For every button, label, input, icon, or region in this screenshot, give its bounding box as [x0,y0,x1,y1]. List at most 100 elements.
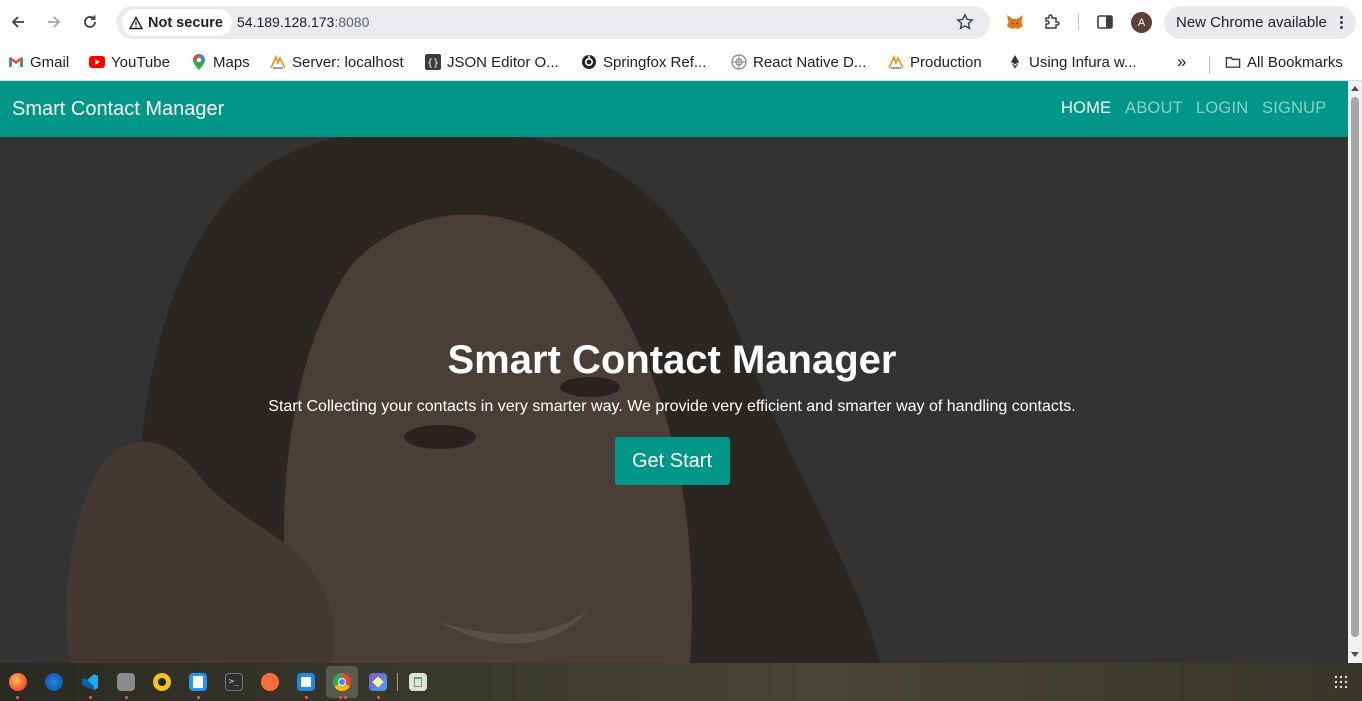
update-label: New Chrome available [1176,14,1327,31]
bookmark-label: Gmail [30,53,70,71]
reload-button[interactable] [79,11,101,33]
svg-text:{}: {} [427,58,439,69]
security-indicator[interactable]: Not secure [122,9,232,36]
ethereum-icon [1007,54,1023,70]
folder-icon [1225,54,1241,70]
url-host: 54.189.128.173 [237,14,335,30]
notes-icon[interactable] [297,673,315,691]
running-indicator [89,696,92,699]
bookmarks-divider [1209,56,1210,74]
all-bookmarks-button[interactable]: All Bookmarks [1225,52,1343,72]
bookmarks-bar: Gmail YouTube Maps Server: localhost {} … [0,44,1362,81]
bookmark-label: Production [910,53,982,71]
profile-avatar[interactable]: A [1131,12,1152,33]
kebab-menu-icon [1340,15,1344,31]
springfox-icon [581,54,597,70]
phpmyadmin-icon [888,54,904,70]
security-label: Not secure [148,14,223,31]
running-indicator [377,696,380,699]
app-grid-icon[interactable] [1332,673,1350,691]
running-indicator [125,696,128,699]
running-indicator [344,696,347,699]
forward-button[interactable] [43,11,65,33]
os-taskbar: >_ [0,663,1362,701]
firefox-icon[interactable] [9,673,27,691]
nav-login[interactable]: LOGIN [1196,99,1248,118]
rhythmbox-icon[interactable] [153,673,171,691]
json-icon: {} [425,54,441,70]
nav-home[interactable]: HOME [1061,99,1111,118]
warning-icon [129,15,143,29]
bookmark-label: React Native D... [753,53,867,71]
arrow-right-icon [48,16,61,28]
trash-icon[interactable] [409,673,427,691]
thunderbird-icon[interactable] [45,673,63,691]
maps-icon [191,54,207,70]
bookmark-label: Maps [213,53,250,71]
fox-icon [1007,15,1023,29]
taskbar-divider [397,673,398,691]
url-port: :8080 [334,14,370,30]
bookmark-json-editor[interactable]: {} JSON Editor O... [425,52,559,72]
back-button[interactable] [7,11,29,33]
hero-content: Smart Contact Manager Start Collecting y… [0,333,1344,485]
bookmark-label: JSON Editor O... [447,53,559,71]
url-text[interactable]: 54.189.128.173:8080 [237,14,369,30]
hero-title: Smart Contact Manager [447,338,897,382]
web-page: Smart Contact Manager HOME ABOUT LOGIN S… [0,81,1348,663]
bookmark-server-localhost[interactable]: Server: localhost [270,52,404,72]
reload-icon [84,15,96,28]
bookmark-react-native[interactable]: React Native D... [731,52,866,72]
chrome-icon[interactable] [333,673,351,691]
text-editor-icon[interactable] [189,673,207,691]
browser-toolbar: Not secure 54.189.128.173:8080 A New Chr… [0,0,1362,44]
scroll-down-icon[interactable] [1351,652,1359,657]
arrow-left-icon [11,16,24,28]
extensions-button[interactable] [1041,11,1063,33]
app-cube-icon[interactable] [369,673,387,691]
side-panel-icon [1097,15,1113,29]
nav-about[interactable]: ABOUT [1125,99,1183,118]
bookmark-production[interactable]: Production [888,52,982,72]
side-panel-button[interactable] [1094,11,1116,33]
bookmark-springfox[interactable]: Springfox Ref... [581,52,706,72]
bookmarks-overflow-button[interactable]: » [1177,52,1186,72]
get-start-button[interactable]: Get Start [614,437,730,485]
bookmark-gmail[interactable]: Gmail [8,52,69,72]
page-scrollbar[interactable] [1348,81,1362,663]
gmail-icon [8,54,24,70]
bookmark-star-button[interactable] [956,13,976,33]
bookmark-label: YouTube [111,53,170,71]
address-bar[interactable]: Not secure 54.189.128.173:8080 [116,6,990,39]
bookmark-infura[interactable]: Using Infura w... [1007,52,1137,72]
star-icon [956,13,974,30]
running-indicator [16,696,19,699]
react-icon [731,54,747,70]
chrome-update-button[interactable]: New Chrome available [1164,6,1356,39]
metamask-extension-button[interactable] [1004,11,1026,33]
scroll-up-icon[interactable] [1351,86,1359,91]
postman-icon[interactable] [261,673,279,691]
phpmyadmin-icon [270,54,286,70]
bookmark-label: Server: localhost [292,53,404,71]
running-indicator [339,696,342,699]
toolbar-divider [1078,13,1079,31]
running-indicator [197,696,200,699]
puzzle-icon [1045,14,1060,29]
hero-description: Start Collecting your contacts in very s… [268,398,1076,415]
nav-signup[interactable]: SIGNUP [1262,99,1326,118]
bookmark-youtube[interactable]: YouTube [89,52,170,72]
bookmark-label: Springfox Ref... [603,53,707,71]
files-icon[interactable] [117,673,135,691]
scrollbar-thumb[interactable] [1351,97,1359,637]
all-bookmarks-label: All Bookmarks [1247,53,1343,71]
bookmark-label: Using Infura w... [1029,53,1137,71]
terminal-icon[interactable]: >_ [225,673,243,691]
vscode-icon[interactable] [81,673,99,691]
site-navbar: Smart Contact Manager HOME ABOUT LOGIN S… [0,81,1348,137]
bookmark-maps[interactable]: Maps [191,52,250,72]
site-brand[interactable]: Smart Contact Manager [12,98,224,121]
running-indicator [305,696,308,699]
youtube-icon [89,54,105,70]
hero-section: Smart Contact Manager Start Collecting y… [0,137,1348,663]
